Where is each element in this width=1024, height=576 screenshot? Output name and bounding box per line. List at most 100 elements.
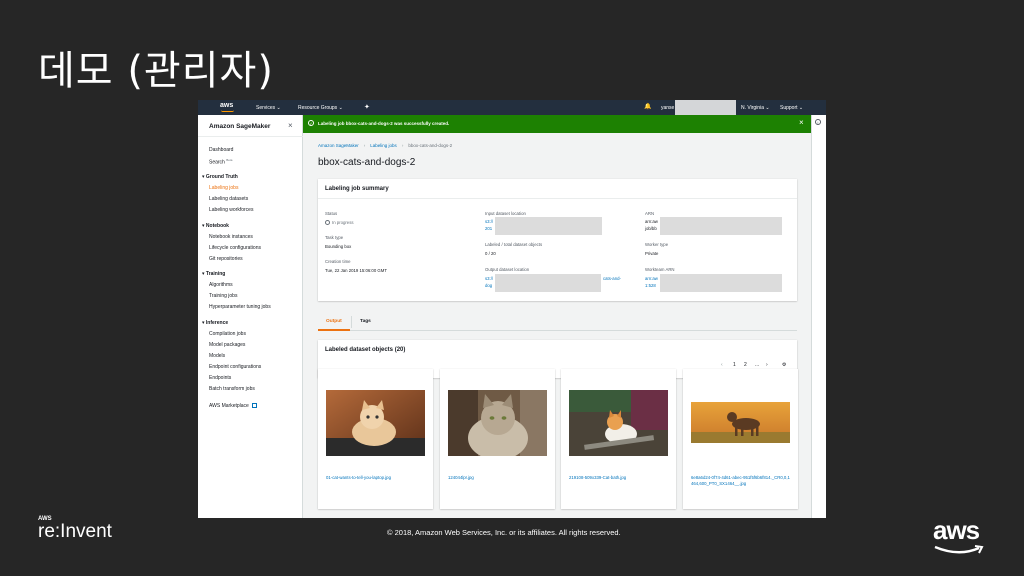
- support-menu[interactable]: Support ⌄: [780, 105, 803, 111]
- input-location-link-2[interactable]: 201: [485, 226, 492, 231]
- sidebar-item-endpoints[interactable]: Endpoints: [209, 375, 231, 381]
- cat-bath-image: [569, 390, 668, 456]
- sidebar-item-aws-marketplace[interactable]: AWS Marketplace: [209, 403, 257, 409]
- output-location-link[interactable]: s3://: [485, 276, 493, 281]
- arn-label: ARN: [645, 211, 655, 216]
- copyright-notice: © 2018, Amazon Web Services, Inc. or its…: [387, 528, 621, 537]
- tab-divider: [351, 316, 352, 328]
- sidebar-item-git-repositories[interactable]: Git repositories: [209, 256, 243, 262]
- sidebar-item-models[interactable]: Models: [209, 353, 225, 359]
- workteam-arn-link-2[interactable]: 1:528: [645, 283, 656, 288]
- pager-ellipsis: ...: [755, 362, 760, 368]
- redacted-account: [675, 100, 736, 115]
- status-value: In progress: [325, 220, 354, 226]
- objects-panel-title: Labeled dataset objects (20): [325, 347, 406, 353]
- breadcrumb-current: bbox-cats-and-dogs-2: [408, 143, 453, 148]
- input-location-label: Input dataset location: [485, 211, 526, 216]
- tab-output[interactable]: Output: [326, 319, 342, 324]
- chevron-right-icon: ›: [363, 143, 366, 148]
- sidebar-group-ground-truth[interactable]: ▾ Ground Truth: [202, 174, 238, 180]
- breadcrumb: Amazon SageMaker › Labeling jobs › bbox-cats…: [318, 143, 452, 148]
- arn-value: arn:aw: [645, 219, 658, 224]
- sidebar-item-endpoint-configurations[interactable]: Endpoint configurations: [209, 364, 261, 370]
- worker-type-label: Worker type: [645, 242, 669, 247]
- help-panel-strip: i: [811, 115, 826, 518]
- dataset-object-card[interactable]: 6e8a6d24-0f74-4d61-abec-951f5f6b6f814._C…: [683, 369, 798, 509]
- workteam-arn-link[interactable]: arn:aw: [645, 276, 658, 281]
- sidebar-item-notebook-instances[interactable]: Notebook instances: [209, 234, 253, 240]
- page-title: bbox-cats-and-dogs-2: [318, 157, 416, 168]
- worker-type-value: Private: [645, 251, 659, 256]
- region-menu[interactable]: N. Virginia ⌄: [741, 105, 770, 111]
- active-tab-indicator: [318, 329, 350, 331]
- sidebar-item-algorithms[interactable]: Algorithms: [209, 282, 233, 288]
- services-menu[interactable]: Services ⌄: [256, 105, 281, 111]
- sidebar-group-training[interactable]: ▾ Training: [202, 271, 225, 277]
- sidebar-item-batch-transform-jobs[interactable]: Batch transform jobs: [209, 386, 255, 392]
- aws-console-logo[interactable]: aws: [220, 102, 233, 109]
- labeling-job-summary-panel: Labeling job summary Status In progress …: [318, 179, 797, 301]
- creation-time-label: Creation time: [325, 259, 351, 264]
- redacted-arn: [660, 217, 782, 235]
- sidebar-item-lifecycle-configurations[interactable]: Lifecycle configurations: [209, 245, 261, 251]
- breadcrumb-sagemaker[interactable]: Amazon SageMaker: [318, 143, 359, 148]
- sidebar-title: Amazon SageMaker: [209, 123, 271, 130]
- sidebar-item-training-jobs[interactable]: Training jobs: [209, 293, 237, 299]
- console-screenshot: aws Services ⌄ Resource Groups ⌄ ✦ 🔔 yan…: [198, 100, 826, 518]
- object-filename-link[interactable]: 124044lpr.jpg: [448, 475, 547, 481]
- panel-title: Labeling job summary: [325, 186, 389, 192]
- output-location-link-2[interactable]: dog: [485, 283, 492, 288]
- dismiss-flash-icon[interactable]: ×: [799, 118, 804, 127]
- sidebar-item-labeling-datasets[interactable]: Labeling datasets: [209, 196, 248, 202]
- dataset-object-card[interactable]: 219108-509x339-Cat-bath.jpg: [561, 369, 676, 509]
- beta-badge: Beta: [226, 158, 233, 162]
- creation-time-value: Tue, 22 Jan 2019 15:06:00 GMT: [325, 268, 387, 273]
- pager-page-2[interactable]: 2: [744, 362, 747, 368]
- output-location-link-3[interactable]: cats-and-: [603, 276, 621, 281]
- resource-groups-menu[interactable]: Resource Groups ⌄: [298, 105, 343, 111]
- sidebar-item-compilation-jobs[interactable]: Compilation jobs: [209, 331, 246, 337]
- panel-header: Labeling job summary: [318, 179, 797, 199]
- close-icon[interactable]: ×: [288, 121, 293, 130]
- sidebar-item-labeling-jobs[interactable]: Labeling jobs: [209, 185, 238, 191]
- labeled-total-label: Labeled / total dataset objects: [485, 242, 543, 247]
- sidebar-divider: [198, 136, 303, 137]
- aws-smile-logo-icon: [934, 545, 984, 554]
- info-icon[interactable]: i: [815, 119, 821, 125]
- object-filename-link[interactable]: 6e8a6d24-0f74-4d61-abec-951f5f6b6f814._C…: [691, 475, 790, 487]
- tab-tags[interactable]: Tags: [360, 319, 371, 324]
- settings-gear-icon[interactable]: ⚙: [782, 362, 786, 368]
- workteam-arn-label: Workteam ARN: [645, 267, 675, 272]
- input-location-link[interactable]: s3://: [485, 219, 493, 224]
- external-link-icon: [251, 403, 257, 409]
- check-circle-icon: ✓: [308, 120, 314, 126]
- sidebar-item-hyperparameter-tuning-jobs[interactable]: Hyperparameter tuning jobs: [209, 304, 271, 310]
- dataset-object-card[interactable]: 01-cat-wants-to-tell-you-laptop.jpg: [318, 369, 433, 509]
- sidebar-item-model-packages[interactable]: Model packages: [209, 342, 245, 348]
- user-menu[interactable]: yanse: [661, 105, 674, 111]
- chevron-right-icon: ›: [401, 143, 404, 148]
- cat-kitten-laptop-image: [326, 390, 425, 456]
- dog-standing-image: [691, 402, 790, 443]
- pager-page-1[interactable]: 1: [733, 362, 736, 368]
- cat-fluffy-image: [448, 390, 547, 456]
- detail-tabs: Output Tags: [318, 313, 797, 331]
- output-location-label: Output dataset location: [485, 267, 530, 272]
- sidebar-item-labeling-workforces[interactable]: Labeling workforces: [209, 207, 253, 213]
- pin-icon[interactable]: ✦: [364, 103, 370, 111]
- sidebar-item-search[interactable]: Search Beta: [209, 158, 232, 166]
- in-progress-icon: [325, 220, 330, 226]
- object-filename-link[interactable]: 219108-509x339-Cat-bath.jpg: [569, 475, 668, 481]
- pager-prev-icon[interactable]: ‹: [721, 362, 723, 368]
- status-label: Status: [325, 211, 338, 216]
- object-filename-link[interactable]: 01-cat-wants-to-tell-you-laptop.jpg: [326, 475, 425, 481]
- success-flash-bar: ✓ Labeling job bbox-cats-and-dogs-2 was …: [303, 115, 811, 133]
- sidebar-group-inference[interactable]: ▾ Inference: [202, 320, 228, 326]
- sidebar-item-dashboard[interactable]: Dashboard: [209, 147, 233, 153]
- bell-icon[interactable]: 🔔: [644, 103, 651, 110]
- labeled-total-value: 0 / 20: [485, 251, 496, 256]
- breadcrumb-labeling-jobs[interactable]: Labeling jobs: [370, 143, 397, 148]
- pager-next-icon[interactable]: ›: [766, 362, 768, 368]
- sidebar-group-notebook[interactable]: ▾ Notebook: [202, 223, 229, 229]
- dataset-object-card[interactable]: 124044lpr.jpg: [440, 369, 555, 509]
